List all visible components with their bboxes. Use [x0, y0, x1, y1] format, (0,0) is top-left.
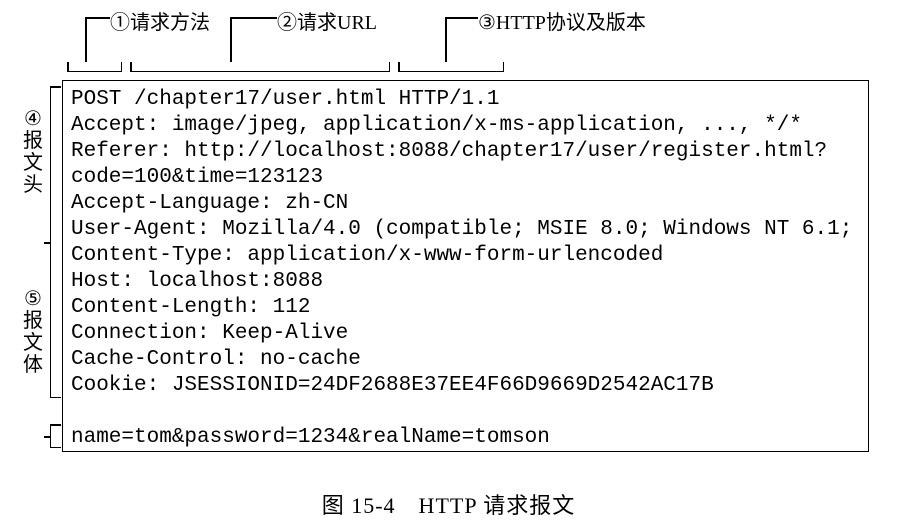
- bracket-url: [130, 62, 390, 72]
- circled-num-4: ④: [22, 108, 44, 130]
- connector-method-v: [85, 17, 87, 62]
- tick-body: [44, 436, 50, 438]
- connector-url-v: [230, 17, 232, 62]
- connector-method: [85, 17, 110, 19]
- label-char: 文: [22, 332, 44, 354]
- label-char: 文: [22, 152, 44, 174]
- label-char: 头: [22, 174, 44, 196]
- label-char: 体: [22, 354, 44, 376]
- header-line: Accept: image/jpeg, application/x-ms-app…: [71, 114, 802, 137]
- header-line: Referer: http://localhost:8088/chapter17…: [71, 140, 827, 163]
- connector-protocol: [445, 17, 478, 19]
- http-request-box: POST /chapter17/user.html HTTP/1.1 Accep…: [62, 80, 869, 452]
- bracket-protocol: [398, 62, 504, 72]
- header-line: Connection: Keep-Alive: [71, 322, 348, 345]
- header-line: Host: localhost:8088: [71, 270, 323, 293]
- http-request-diagram: ①请求方法 ②请求URL ③HTTP协议及版本 POST /chapter17/…: [0, 0, 897, 529]
- header-line: Content-Length: 112: [71, 296, 310, 319]
- tick-headers: [44, 242, 50, 244]
- top-anno-protocol: ③HTTP协议及版本: [478, 6, 646, 35]
- bracket-method: [67, 62, 122, 72]
- header-line: Accept-Language: zh-CN: [71, 192, 348, 215]
- connector-protocol-v: [445, 17, 447, 62]
- circled-num-5: ⑤: [22, 288, 44, 310]
- header-line: User-Agent: Mozilla/4.0 (compatible; MSI…: [71, 218, 852, 241]
- bracket-body: [50, 424, 60, 448]
- header-line: Cache-Control: no-cache: [71, 348, 361, 371]
- header-line: Content-Type: application/x-www-form-url…: [71, 244, 663, 267]
- left-label-body: ⑤ 报 文 体: [22, 288, 44, 376]
- top-anno-url: ②请求URL: [277, 6, 377, 35]
- top-anno-method: ①请求方法: [110, 6, 210, 35]
- body-line: name=tom&password=1234&realName=tomson: [71, 426, 550, 449]
- request-line: POST /chapter17/user.html HTTP/1.1: [71, 88, 499, 111]
- left-label-header: ④ 报 文 头: [22, 108, 44, 196]
- label-char: 报: [22, 130, 44, 152]
- header-line: code=100&time=123123: [71, 166, 323, 189]
- connector-url: [230, 17, 277, 19]
- label-char: 报: [22, 310, 44, 332]
- bracket-headers: [50, 86, 60, 398]
- figure-caption: 图 15-4 HTTP 请求报文: [0, 488, 897, 520]
- header-line: Cookie: JSESSIONID=24DF2688E37EE4F66D966…: [71, 374, 714, 397]
